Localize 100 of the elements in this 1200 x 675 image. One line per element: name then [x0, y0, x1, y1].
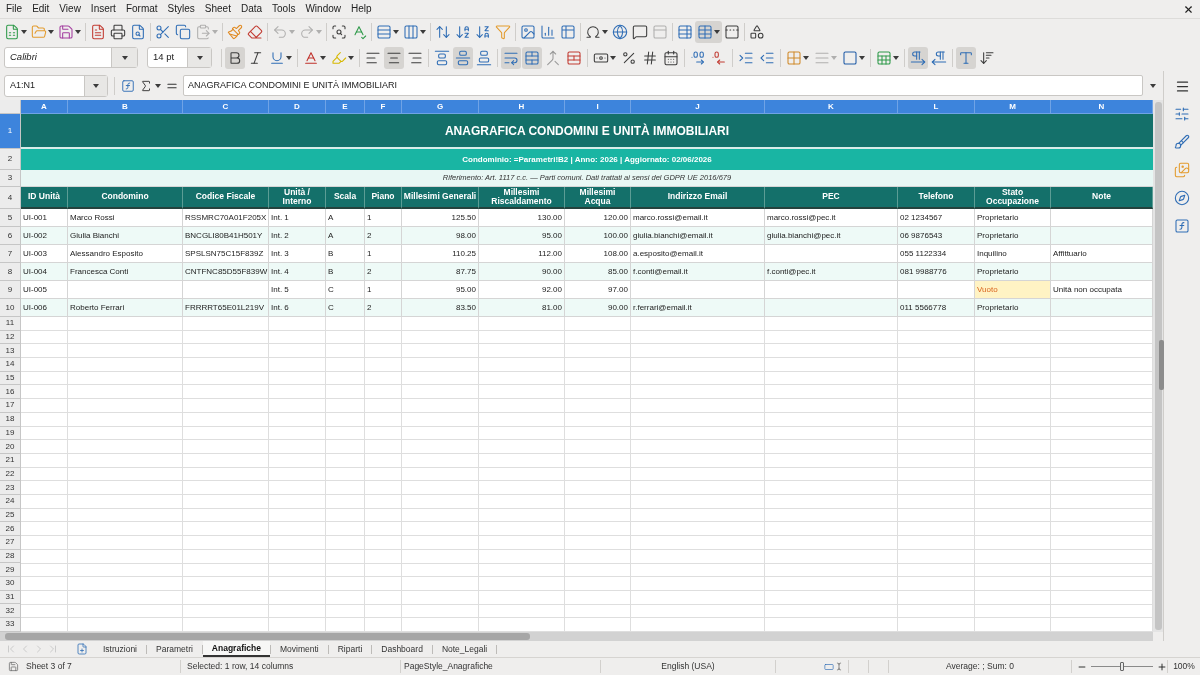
arrow-down-bars-icon	[979, 49, 995, 66]
row-header[interactable]: 5	[0, 209, 21, 227]
menu-item[interactable]: Tools	[267, 2, 301, 16]
sort-descending-icon	[475, 23, 491, 40]
font-name-field[interactable]: Calibri	[4, 47, 138, 68]
slider-thumb[interactable]	[1120, 662, 1124, 671]
row-header[interactable]: 3	[0, 170, 21, 187]
font-size-field[interactable]: 14 pt	[147, 47, 212, 68]
menu-item[interactable]: File	[1, 2, 28, 16]
row-header[interactable]: 20	[0, 440, 21, 454]
sheet-tab[interactable]: Parametri	[147, 641, 202, 657]
sum-status: Average: ; Sum: 0	[946, 660, 1014, 673]
menu-item[interactable]: Help	[346, 2, 377, 16]
caret-icon	[348, 55, 354, 60]
text-horizontal-button[interactable]	[956, 46, 976, 69]
row-header[interactable]: 30	[0, 577, 21, 591]
selection-mode-icon[interactable]	[823, 661, 843, 672]
empty-cell-grid[interactable]	[21, 317, 1153, 632]
column-header[interactable]: L	[898, 100, 975, 114]
column-header[interactable]: K	[765, 100, 898, 114]
row-header[interactable]: 9	[0, 281, 21, 299]
sheet-tab[interactable]: Istruzioni	[94, 641, 146, 657]
column-heading: PEC	[765, 187, 898, 209]
row-header[interactable]: 17	[0, 399, 21, 413]
sidebar-handle[interactable]	[1159, 340, 1164, 390]
row-header[interactable]: 8	[0, 263, 21, 281]
column-header[interactable]: J	[631, 100, 765, 114]
left-to-right-button[interactable]	[908, 46, 928, 69]
column-header[interactable]: D	[269, 100, 326, 114]
menu-item[interactable]: Data	[235, 2, 268, 16]
menu-item[interactable]: Format	[120, 2, 163, 16]
column-header[interactable]: E	[326, 100, 365, 114]
menu-item[interactable]: View	[54, 2, 86, 16]
horizontal-scrollbar[interactable]	[0, 632, 1153, 641]
menu-item[interactable]: Styles	[162, 2, 200, 16]
row-header[interactable]: 2	[0, 149, 21, 170]
sheet-tab[interactable]: Movimenti	[271, 641, 328, 657]
function-wizard-button[interactable]	[121, 78, 135, 93]
menu-item[interactable]: Sheet	[199, 2, 236, 16]
menu-item[interactable]: Edit	[27, 2, 55, 16]
align-center-button[interactable]	[384, 46, 404, 69]
row-header[interactable]: 27	[0, 536, 21, 550]
sheet-tab[interactable]: Anagrafiche	[202, 641, 270, 657]
sigma-icon	[139, 78, 153, 93]
dropdown-button[interactable]	[111, 48, 137, 67]
dropdown-button[interactable]	[84, 75, 107, 96]
scrollbar-thumb[interactable]	[5, 633, 530, 640]
row-header[interactable]: 13	[0, 344, 21, 359]
add-sheet-button[interactable]	[76, 643, 88, 655]
freeze-button[interactable]	[695, 20, 722, 43]
name-box[interactable]: A1:N1	[4, 74, 108, 97]
redo-icon	[299, 23, 315, 40]
sum-button[interactable]	[139, 78, 161, 93]
wrap-text-button[interactable]	[501, 46, 521, 69]
caret-icon	[1150, 83, 1156, 88]
expand-formula-button[interactable]	[1147, 83, 1159, 88]
row-header[interactable]: 10	[0, 299, 21, 317]
menu-item[interactable]: Window	[300, 2, 346, 16]
column-header[interactable]: F	[365, 100, 402, 114]
row-header[interactable]: 1	[0, 114, 21, 149]
row-header[interactable]: 14	[0, 358, 21, 372]
row-header[interactable]: 23	[0, 481, 21, 495]
column-header[interactable]: H	[479, 100, 565, 114]
delete-decimal-icon	[711, 49, 727, 66]
formula-input[interactable]: ANAGRAFICA CONDOMINI E UNITÀ IMMOBILIARI	[183, 75, 1143, 96]
close-document-button[interactable]	[1183, 3, 1194, 15]
merge-center-button[interactable]	[522, 46, 542, 69]
sheet-tab[interactable]: Riparti	[328, 641, 372, 657]
sheet-tab[interactable]: Note_Legali	[432, 641, 497, 657]
hash-icon	[642, 49, 658, 66]
row-header[interactable]: 6	[0, 227, 21, 245]
caret-icon	[286, 55, 292, 60]
row-header[interactable]: 26	[0, 522, 21, 536]
row-header[interactable]: 33	[0, 618, 21, 632]
zoom-in-button[interactable]	[1157, 661, 1167, 672]
bar-chart-icon	[540, 23, 556, 40]
row-header[interactable]: 16	[0, 385, 21, 400]
column-header[interactable]: B	[68, 100, 183, 114]
column-header[interactable]: A	[21, 100, 68, 114]
column-header[interactable]: I	[565, 100, 631, 114]
row-header[interactable]: 32	[0, 604, 21, 619]
plus-icon	[1157, 661, 1167, 672]
row-header[interactable]: 11	[0, 317, 21, 331]
row-header[interactable]: 7	[0, 245, 21, 263]
document-search-icon	[130, 23, 146, 40]
bold-button[interactable]	[225, 46, 245, 69]
sheet-tab[interactable]: Dashboard	[372, 641, 432, 657]
images-icon	[1174, 162, 1190, 178]
table-cell: UI-006	[21, 299, 68, 317]
row-header[interactable]: 29	[0, 563, 21, 578]
column-header[interactable]: M	[975, 100, 1051, 114]
column-header[interactable]: G	[402, 100, 479, 114]
table-cell: 90.00	[565, 299, 631, 317]
column-header[interactable]: N	[1051, 100, 1153, 114]
align-middle-button[interactable]	[453, 46, 473, 69]
dropdown-button[interactable]	[187, 48, 211, 67]
menu-item[interactable]: Insert	[85, 2, 121, 16]
row-header[interactable]: 4	[0, 187, 21, 209]
table-cell: Vuoto	[975, 281, 1051, 299]
column-header[interactable]: C	[183, 100, 269, 114]
